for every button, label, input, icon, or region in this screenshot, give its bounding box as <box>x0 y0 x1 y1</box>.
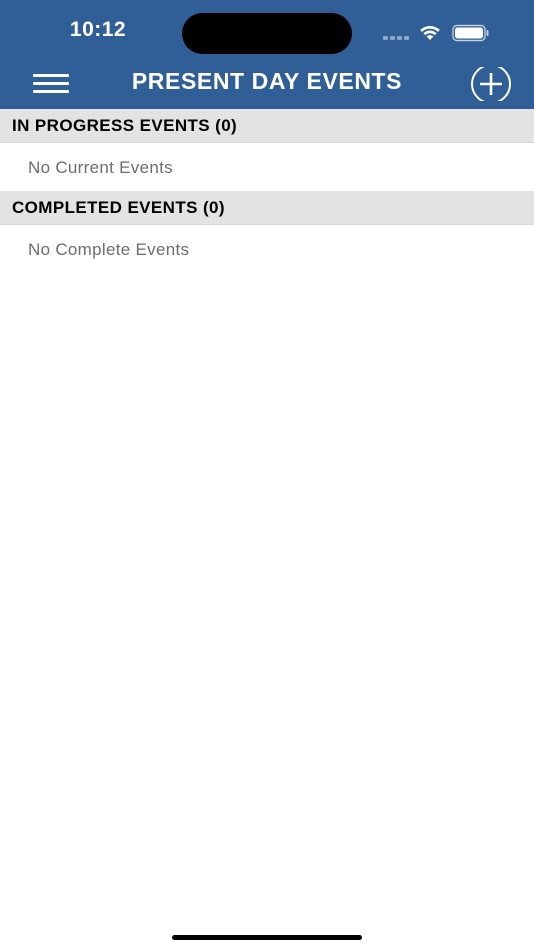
section-header-in-progress: IN PROGRESS EVENTS (0) <box>0 109 534 143</box>
dynamic-island <box>182 13 352 54</box>
add-circle-icon <box>471 67 511 101</box>
page-title: PRESENT DAY EVENTS <box>131 68 403 94</box>
home-indicator[interactable] <box>172 935 362 940</box>
add-event-button[interactable] <box>470 67 512 101</box>
empty-message: No Complete Events <box>28 240 190 259</box>
nav-header: 10:12 PRESENT DAY EVENTS <box>0 0 534 109</box>
battery-icon <box>452 24 489 42</box>
section-title: COMPLETED EVENTS (0) <box>12 198 225 217</box>
wifi-icon <box>420 25 440 40</box>
cellular-signal-icon <box>383 36 409 40</box>
section-title: IN PROGRESS EVENTS (0) <box>12 116 238 135</box>
empty-message: No Current Events <box>28 158 173 177</box>
status-time: 10:12 <box>69 18 127 41</box>
section-header-completed: COMPLETED EVENTS (0) <box>0 191 534 225</box>
empty-row-current: No Current Events <box>0 143 534 191</box>
empty-row-complete: No Complete Events <box>0 225 534 273</box>
